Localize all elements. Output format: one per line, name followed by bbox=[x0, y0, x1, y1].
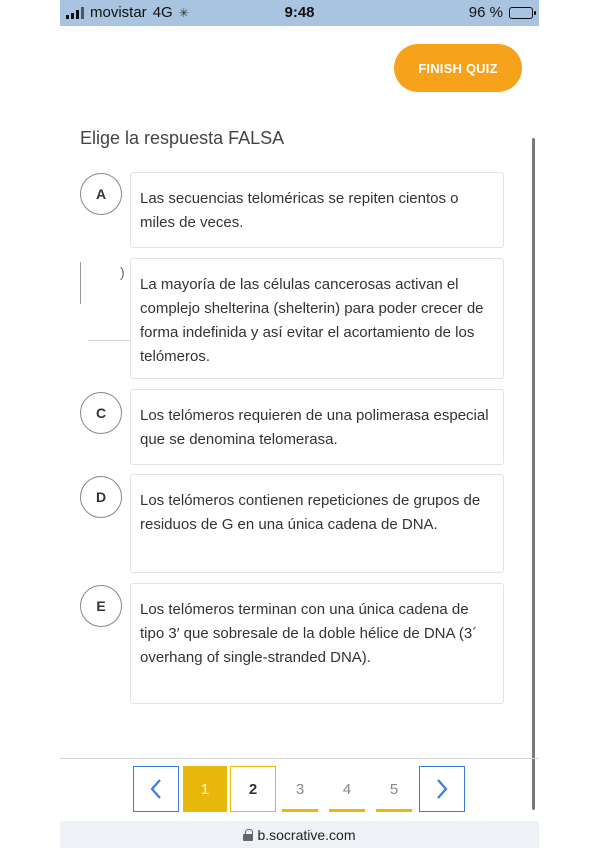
status-bar: movistar 4G ✳ 9:48 96 % bbox=[60, 0, 539, 26]
option-letter-e[interactable]: E bbox=[80, 585, 122, 627]
finish-quiz-button[interactable]: FINISH QUIZ bbox=[394, 44, 522, 92]
option-text-b[interactable]: La mayoría de las células cancerosas act… bbox=[130, 258, 504, 379]
prev-page-button[interactable] bbox=[133, 766, 179, 812]
option-text-a[interactable]: Las secuencias teloméricas se repiten ci… bbox=[130, 172, 504, 248]
battery-percent: 96 % bbox=[468, 4, 503, 21]
pagination: 1 2 3 4 5 bbox=[133, 766, 465, 812]
chevron-left-icon bbox=[150, 779, 161, 799]
option-text-d[interactable]: Los telómeros contienen repeticiones de … bbox=[130, 474, 504, 573]
page-2-button[interactable]: 2 bbox=[230, 766, 276, 812]
status-right: 96 % bbox=[468, 4, 536, 21]
url-bar[interactable]: b.socrative.com bbox=[60, 821, 539, 848]
next-page-button[interactable] bbox=[419, 766, 465, 812]
option-letter-c[interactable]: C bbox=[80, 392, 122, 434]
option-letter-b-fragment[interactable]: ) bbox=[80, 262, 132, 342]
chevron-right-icon bbox=[437, 779, 448, 799]
question-title: Elige la respuesta FALSA bbox=[80, 128, 285, 148]
scrollbar[interactable] bbox=[532, 138, 535, 810]
lock-icon bbox=[243, 828, 254, 841]
option-text-c[interactable]: Los telómeros requieren de una polimeras… bbox=[130, 389, 504, 465]
status-time: 9:48 bbox=[284, 4, 315, 21]
page-4-button[interactable]: 4 bbox=[325, 766, 369, 812]
battery-icon bbox=[509, 6, 536, 19]
option-text-e[interactable]: Los telómeros terminan con una única cad… bbox=[130, 583, 504, 704]
url-text: b.socrative.com bbox=[257, 826, 356, 843]
footer-divider bbox=[60, 758, 538, 759]
option-letter-d[interactable]: D bbox=[80, 476, 122, 518]
page-5-button[interactable]: 5 bbox=[372, 766, 416, 812]
page-1-button[interactable]: 1 bbox=[183, 766, 227, 812]
page-3-button[interactable]: 3 bbox=[278, 766, 322, 812]
option-letter-a[interactable]: A bbox=[80, 173, 122, 215]
